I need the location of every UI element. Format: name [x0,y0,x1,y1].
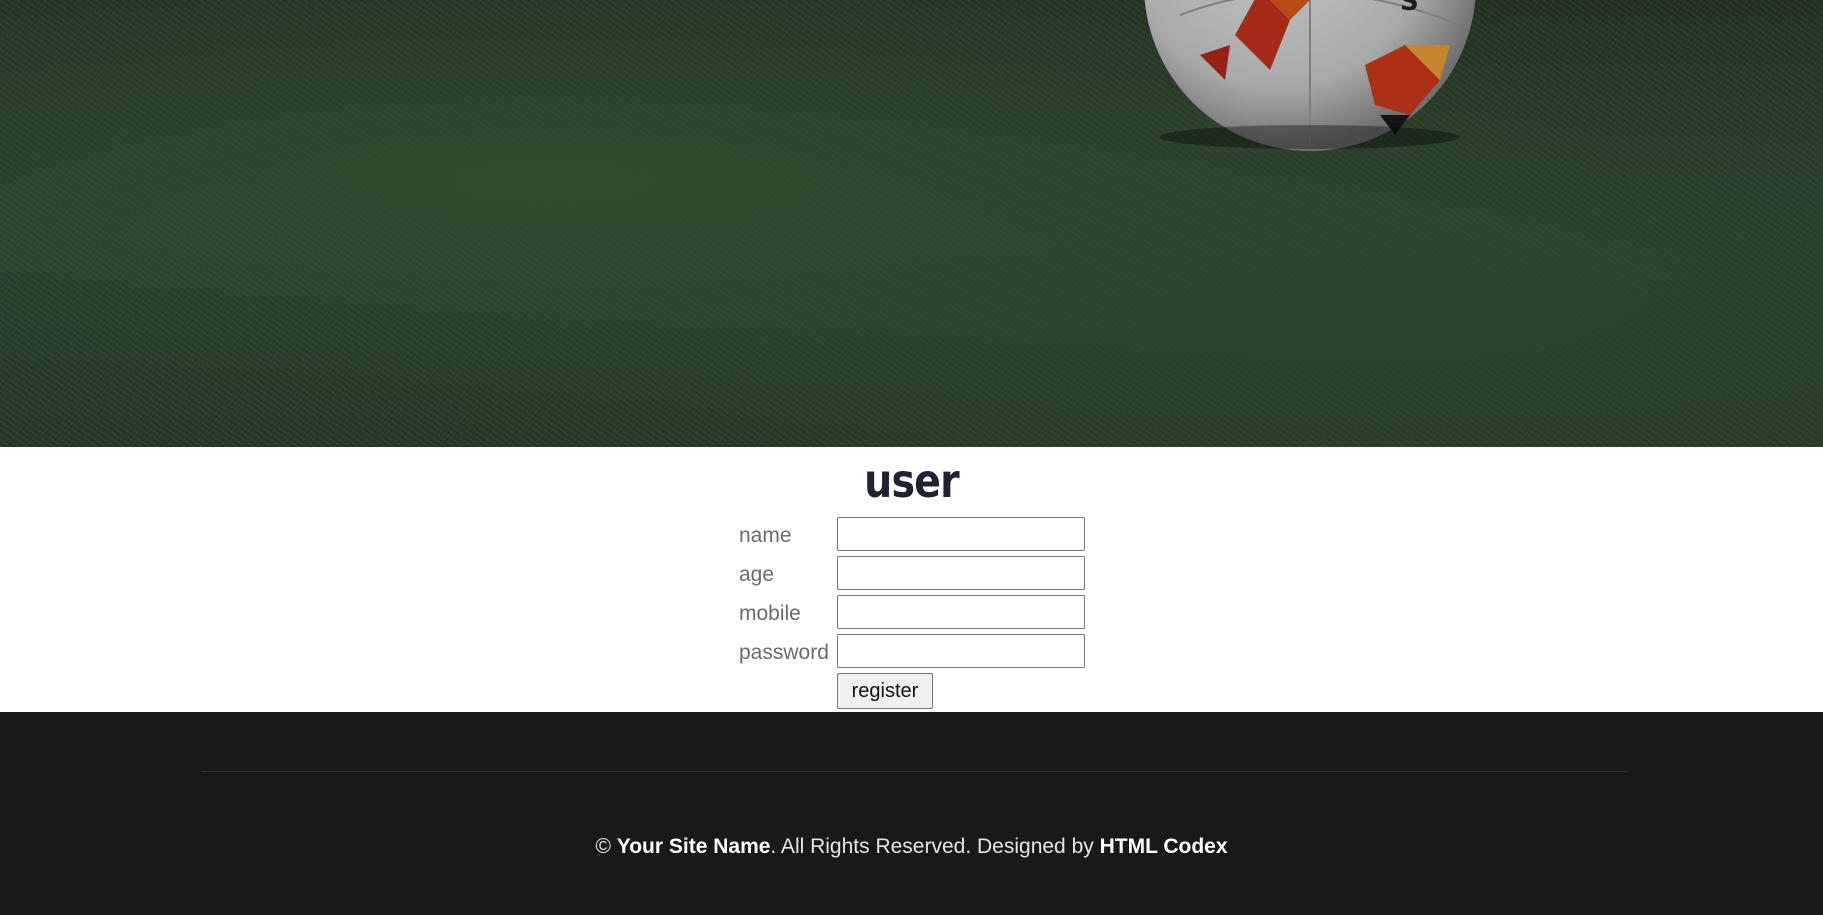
age-label: age [739,563,775,586]
registration-section: user name age mobile password register [0,447,1823,712]
rights-text: . All Rights Reserved. Designed by [770,835,1100,858]
footer-divider [201,771,1628,772]
submit-row: register [737,673,1097,712]
footer: © Your Site Name. All Rights Reserved. D… [0,712,1823,915]
hero-overlay [0,0,1823,447]
mobile-label: mobile [739,602,801,625]
password-label: password [739,641,829,664]
name-label: name [739,524,792,547]
age-row: age [737,556,1097,595]
hero-banner: S [0,0,1823,447]
password-row: password [737,634,1097,673]
mobile-row: mobile [737,595,1097,634]
site-name-link[interactable]: Your Site Name [617,835,771,858]
register-button[interactable]: register [837,673,933,709]
password-input[interactable] [837,634,1085,668]
mobile-input[interactable] [837,595,1085,629]
designer-link[interactable]: HTML Codex [1100,835,1228,858]
copyright-symbol: © [595,835,611,858]
name-row: name [737,517,1097,556]
copyright-text: © Your Site Name. All Rights Reserved. D… [0,835,1823,859]
name-input[interactable] [837,517,1085,551]
age-input[interactable] [837,556,1085,590]
form-title: user [864,454,959,508]
